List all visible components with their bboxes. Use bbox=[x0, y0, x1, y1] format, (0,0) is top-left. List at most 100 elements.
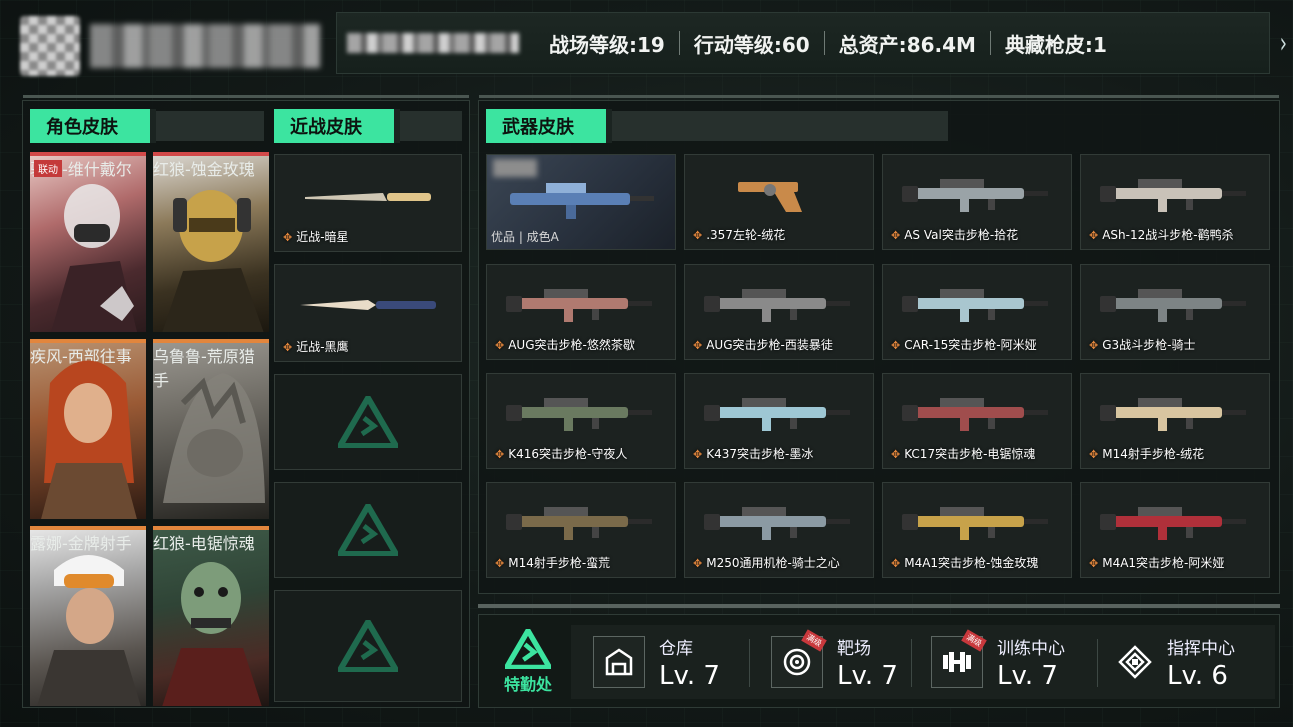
stat-operation-level: 行动等级:60 bbox=[693, 32, 810, 57]
rifle-icon bbox=[1100, 398, 1246, 432]
weapon-skin-card[interactable]: M4A1突击步枪-蚀金玫瑰 bbox=[882, 482, 1072, 578]
weapon-skin-card[interactable]: AUG突击步枪-西装暴徒 bbox=[684, 264, 874, 360]
melee-skin-card[interactable]: 近战-暗星 bbox=[274, 154, 462, 252]
weapon-skin-label: AUG突击步枪-西装暴徒 bbox=[693, 336, 833, 353]
special-ops-label: 特勤处 bbox=[503, 675, 552, 694]
chevron-right-icon[interactable]: › bbox=[1280, 27, 1287, 61]
facility-command-center[interactable]: 指挥中心 Lv. 6 bbox=[1097, 621, 1235, 703]
logo-placeholder-icon bbox=[338, 396, 398, 448]
weapon-skin-label: ASh-12战斗步枪-鹳鸭杀 bbox=[1089, 226, 1233, 243]
facility-divider bbox=[911, 639, 912, 687]
weapon-skin-card[interactable]: M250通用机枪-骑士之心 bbox=[684, 482, 874, 578]
character-portrait-icon bbox=[163, 373, 265, 503]
weapon-skin-label: M14射手步枪-绒花 bbox=[1089, 445, 1204, 462]
weapon-skin-label: AUG突击步枪-悠然茶歇 bbox=[495, 336, 635, 353]
facility-name: 指挥中心 bbox=[1167, 638, 1235, 659]
stat-total-assets: 总资产:86.4M bbox=[838, 32, 976, 57]
weapon-skin-card[interactable]: KC17突击步枪-电锯惊魂 bbox=[882, 373, 1072, 469]
role-skin-card[interactable]: 联动 骇爪-维什戴尔 bbox=[30, 152, 146, 332]
role-skins-title: 角色皮肤 bbox=[30, 109, 156, 143]
warehouse-icon bbox=[593, 636, 645, 688]
facility-name: 靶场 bbox=[837, 638, 871, 659]
logo-placeholder-icon bbox=[338, 504, 398, 556]
weapon-skin-label: M14射手步枪-蛮荒 bbox=[495, 554, 610, 571]
weapon-skin-card[interactable]: AUG突击步枪-悠然茶歇 bbox=[486, 264, 676, 360]
role-skins-title-bar bbox=[156, 111, 264, 141]
stats-bar: 战场等级:19 行动等级:60 总资产:86.4M 典藏枪皮:1 bbox=[336, 12, 1270, 74]
role-skin-card[interactable]: 红狼-电锯惊魂 bbox=[153, 526, 269, 706]
weapon-skins-title: 武器皮肤 bbox=[486, 109, 612, 143]
weapon-skin-label: M4A1突击步枪-蚀金玫瑰 bbox=[891, 554, 1038, 571]
weapon-skin-card[interactable]: G3战斗步枪-骑士 bbox=[1080, 264, 1270, 360]
panel-topline bbox=[479, 95, 1279, 98]
dumbbell-icon: 满级 bbox=[931, 629, 987, 688]
panel-topline bbox=[23, 95, 469, 98]
player-name-blurred bbox=[90, 24, 320, 68]
facility-level: Lv. 6 bbox=[1167, 660, 1228, 691]
facility-training-center[interactable]: 满级 训练中心 Lv. 7 bbox=[913, 621, 1065, 703]
facility-level: Lv. 7 bbox=[997, 660, 1058, 691]
bottom-topline bbox=[478, 604, 1280, 608]
weapon-skin-card[interactable]: ASh-12战斗步枪-鹳鸭杀 bbox=[1080, 154, 1270, 250]
special-ops-button[interactable]: 特勤处 bbox=[489, 621, 567, 703]
weapon-skin-label: AS Val突击步枪-拾花 bbox=[891, 226, 1018, 243]
rifle-icon bbox=[1100, 289, 1246, 323]
facility-name: 训练中心 bbox=[997, 638, 1065, 659]
weapon-skin-label: M4A1突击步枪-阿米娅 bbox=[1089, 554, 1224, 571]
pistol-icon bbox=[738, 182, 802, 213]
rifle-icon bbox=[704, 398, 850, 432]
rifle-icon bbox=[506, 289, 652, 323]
logo-placeholder-icon bbox=[338, 620, 398, 672]
melee-skin-label: 近战-暗星 bbox=[283, 228, 348, 245]
melee-skin-label: 近战-黑鹰 bbox=[283, 338, 348, 355]
weapon-skin-card[interactable]: CAR-15突击步枪-阿米娅 bbox=[882, 264, 1072, 360]
facility-range[interactable]: 满级 靶场 Lv. 7 bbox=[753, 621, 898, 703]
player-avatar bbox=[20, 16, 80, 76]
rifle-icon bbox=[902, 179, 1048, 213]
weapon-skin-featured-card[interactable]: 优品 | 成色A bbox=[486, 154, 676, 250]
rifle-icon bbox=[902, 507, 1048, 541]
weapon-skin-card[interactable]: .357左轮-绒花 bbox=[684, 154, 874, 250]
role-skin-card[interactable]: 疾风-西部往事 bbox=[30, 339, 146, 519]
facility-name: 仓库 bbox=[659, 638, 693, 659]
stat-collection-skins: 典藏枪皮:1 bbox=[1004, 32, 1107, 57]
rifle-icon bbox=[1100, 179, 1246, 213]
weapon-skin-card[interactable]: K437突击步枪-墨冰 bbox=[684, 373, 874, 469]
character-portrait-icon bbox=[162, 562, 262, 706]
character-portrait-icon bbox=[41, 360, 137, 519]
rifle-icon bbox=[704, 289, 850, 323]
rifle-icon bbox=[704, 507, 850, 541]
command-icon bbox=[1115, 636, 1155, 688]
weapon-skin-card[interactable]: M14射手步枪-蛮荒 bbox=[486, 482, 676, 578]
role-skin-card[interactable]: 红狼-蚀金玫瑰 bbox=[153, 152, 269, 332]
weapon-skin-card[interactable]: M4A1突击步枪-阿米娅 bbox=[1080, 482, 1270, 578]
facility-level: Lv. 7 bbox=[659, 660, 720, 691]
weapon-skin-label: M250通用机枪-骑士之心 bbox=[693, 554, 840, 571]
weapon-skin-card[interactable]: AS Val突击步枪-拾花 bbox=[882, 154, 1072, 250]
collab-tag: 联动 bbox=[34, 160, 62, 177]
role-skin-card[interactable]: 露娜-金牌射手 bbox=[30, 526, 146, 706]
rifle-icon bbox=[506, 398, 652, 432]
player-identity bbox=[20, 10, 320, 82]
facility-bar: 特勤处 仓库 Lv. 7 满级 靶场 Lv. 7 满级 训练中心 Lv. 7 指挥中心… bbox=[478, 614, 1280, 708]
stat-battlefield-level: 战场等级:19 bbox=[549, 32, 665, 57]
rifle-icon bbox=[1100, 507, 1246, 541]
facility-divider bbox=[749, 639, 750, 687]
player-id-blurred bbox=[347, 33, 519, 53]
melee-skin-card[interactable]: 近战-黑鹰 bbox=[274, 264, 462, 362]
special-ops-logo-icon bbox=[505, 629, 551, 669]
character-portrait-icon bbox=[51, 184, 138, 332]
rifle-icon bbox=[510, 183, 654, 220]
weapon-skin-card[interactable]: K416突击步枪-守夜人 bbox=[486, 373, 676, 469]
facility-warehouse[interactable]: 仓库 Lv. 7 bbox=[575, 621, 720, 703]
weapon-skin-card[interactable]: M14射手步枪-绒花 bbox=[1080, 373, 1270, 469]
target-icon: 满级 bbox=[771, 629, 827, 688]
weapon-skin-label: K416突击步枪-守夜人 bbox=[495, 445, 627, 462]
knife-icon bbox=[305, 193, 431, 202]
melee-skins-title: 近战皮肤 bbox=[274, 109, 400, 143]
weapon-skin-label: K437突击步枪-墨冰 bbox=[693, 445, 813, 462]
rifle-icon bbox=[902, 289, 1048, 323]
role-skin-card[interactable]: 乌鲁鲁-荒原猎手 bbox=[153, 339, 269, 519]
facility-level: Lv. 7 bbox=[837, 660, 898, 691]
knife-icon bbox=[300, 300, 436, 311]
